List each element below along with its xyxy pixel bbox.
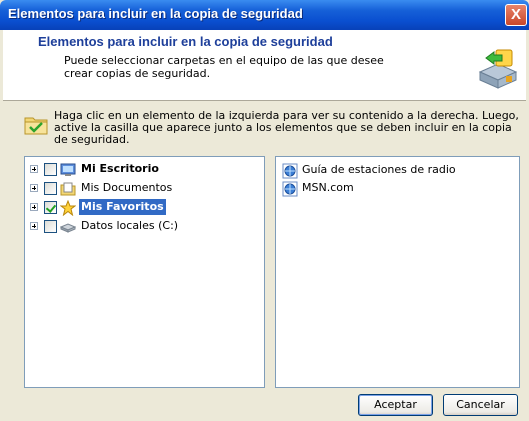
title-bar[interactable]: Elementos para incluir en la copia de se…	[0, 0, 529, 30]
expand-icon[interactable]	[30, 165, 38, 173]
tree-item-mis-favoritos[interactable]: Mis Favoritos	[25, 199, 260, 217]
folder-tree[interactable]: Mi Escritorio Mis Documentos Mis Favorit…	[24, 156, 265, 388]
tree-item-mi-escritorio[interactable]: Mi Escritorio	[25, 161, 260, 179]
tree-checkbox[interactable]	[44, 201, 57, 214]
instructions-text: Haga clic en un elemento de la izquierda…	[54, 109, 519, 146]
expand-icon[interactable]	[30, 184, 38, 192]
list-item-label: Guía de estaciones de radio	[302, 163, 456, 176]
expand-icon[interactable]	[30, 203, 38, 211]
expand-icon[interactable]	[30, 222, 38, 230]
tree-checkbox[interactable]	[44, 163, 57, 176]
favorites-star-icon	[60, 200, 76, 216]
desktop-icon	[60, 163, 76, 176]
instructions: Haga clic en un elemento de la izquierda…	[24, 110, 519, 155]
tree-item-datos-locales[interactable]: Datos locales (C:)	[25, 218, 260, 236]
tree-checkbox[interactable]	[44, 220, 57, 233]
list-item-label: MSN.com	[302, 181, 354, 194]
tree-item-label: Mis Documentos	[81, 181, 173, 194]
close-button[interactable]: X	[505, 4, 527, 26]
backup-items-dialog: Elementos para incluir en la copia de se…	[0, 0, 529, 421]
internet-shortcut-icon	[282, 163, 298, 179]
internet-shortcut-icon	[282, 181, 298, 197]
tree-item-label: Datos locales (C:)	[81, 219, 179, 232]
list-item[interactable]: Guía de estaciones de radio	[282, 162, 512, 180]
tree-item-label: Mis Favoritos	[79, 199, 166, 215]
tree-checkbox[interactable]	[44, 182, 57, 195]
tree-item-label: Mi Escritorio	[81, 162, 159, 175]
cancel-button[interactable]: Cancelar	[443, 394, 518, 416]
header-title: Elementos para incluir en la copia de se…	[38, 34, 333, 49]
window-title: Elementos para incluir en la copia de se…	[8, 6, 303, 21]
header-description: Puede seleccionar carpetas en el equipo …	[64, 54, 384, 80]
backup-drive-icon	[478, 49, 518, 89]
tree-item-mis-documentos[interactable]: Mis Documentos	[25, 180, 260, 198]
local-disk-icon	[60, 223, 76, 233]
folder-check-icon	[24, 117, 48, 135]
wizard-header: Elementos para incluir en la copia de se…	[3, 30, 526, 101]
accept-button[interactable]: Aceptar	[358, 394, 433, 416]
documents-folder-icon	[60, 182, 76, 196]
list-item[interactable]: MSN.com	[282, 180, 512, 198]
close-icon: X	[510, 6, 521, 23]
contents-list[interactable]: Guía de estaciones de radio MSN.com	[275, 156, 520, 388]
